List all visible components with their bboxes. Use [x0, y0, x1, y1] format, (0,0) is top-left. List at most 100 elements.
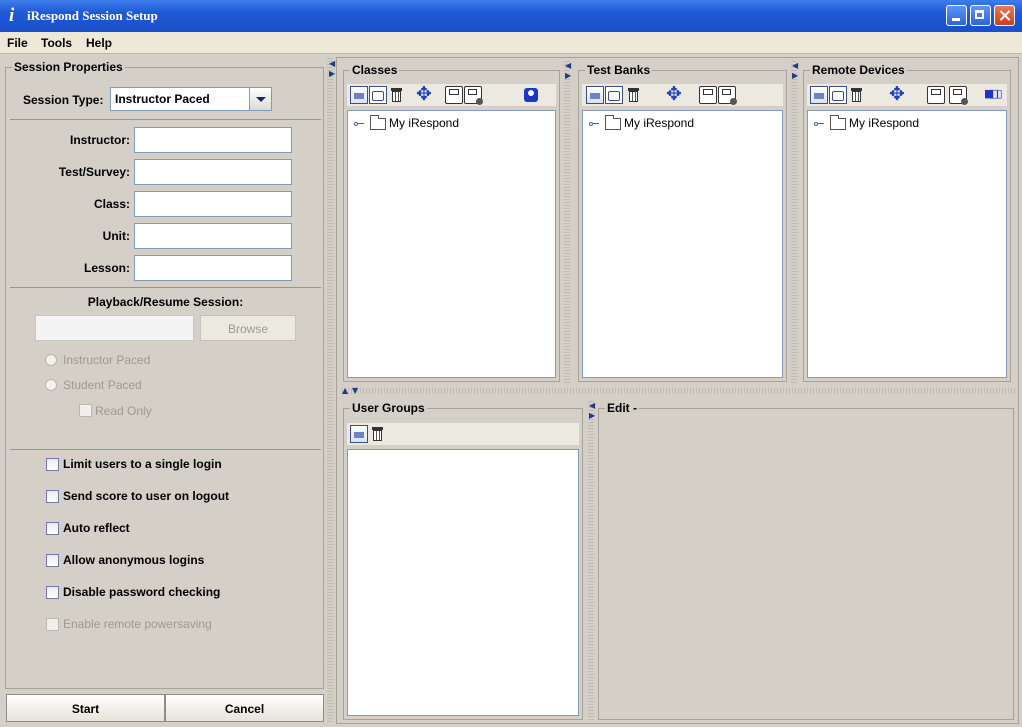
- delete-icon[interactable]: [625, 86, 643, 104]
- new-icon[interactable]: [350, 86, 368, 104]
- remote-devices-toolbar: [807, 83, 1007, 106]
- instructor-field[interactable]: [134, 127, 292, 153]
- expand-right-icon[interactable]: ▶: [792, 72, 798, 80]
- menu-bar: File Tools Help: [0, 32, 1022, 54]
- class-label: Class:: [93, 197, 130, 211]
- collapse-up-icon[interactable]: ▲: [342, 387, 348, 395]
- expand-right-icon[interactable]: ▶: [589, 412, 595, 420]
- instructor-paced-radio[interactable]: [45, 354, 57, 366]
- delete-icon[interactable]: [848, 86, 866, 104]
- tree-expand-icon[interactable]: [814, 121, 824, 127]
- collapse-left-icon[interactable]: ◀: [329, 60, 335, 68]
- classes-tree[interactable]: My iRespond: [347, 110, 556, 378]
- playback-path-field[interactable]: [35, 315, 194, 341]
- divider: [10, 119, 321, 120]
- session-type-label: Session Type:: [23, 93, 104, 107]
- main-splitter[interactable]: [327, 56, 333, 724]
- unit-label: Unit:: [102, 229, 130, 243]
- classes-testbanks-splitter[interactable]: [564, 60, 570, 385]
- student-paced-radio-label: Student Paced: [63, 378, 142, 392]
- delete-icon[interactable]: [388, 86, 406, 104]
- class-field[interactable]: [134, 191, 292, 217]
- start-button[interactable]: Start: [6, 694, 165, 722]
- read-only-label: Read Only: [95, 404, 152, 418]
- lesson-field[interactable]: [134, 255, 292, 281]
- tree-root-label[interactable]: My iRespond: [389, 116, 459, 130]
- collapse-left-icon[interactable]: ◀: [589, 402, 595, 410]
- users-icon[interactable]: [522, 86, 540, 104]
- save-icon[interactable]: [445, 86, 463, 104]
- cancel-button[interactable]: Cancel: [165, 694, 324, 722]
- menu-tools[interactable]: Tools: [41, 36, 72, 50]
- save-icon[interactable]: [699, 86, 717, 104]
- save-icon[interactable]: [927, 86, 945, 104]
- tree-root-label[interactable]: My iRespond: [849, 116, 919, 130]
- save-as-icon[interactable]: [949, 86, 968, 105]
- test-survey-field[interactable]: [134, 159, 292, 185]
- remote-devices-legend: Remote Devices: [810, 63, 907, 77]
- classes-toolbar: [347, 83, 556, 106]
- expand-right-icon[interactable]: ▶: [329, 70, 335, 78]
- new-icon[interactable]: [810, 86, 828, 104]
- expand-down-icon[interactable]: ▼: [352, 387, 358, 395]
- move-icon[interactable]: [665, 83, 683, 105]
- disable-password-label: Disable password checking: [63, 585, 221, 599]
- groups-edit-splitter[interactable]: [588, 400, 594, 722]
- session-type-value: Instructor Paced: [115, 92, 210, 106]
- expand-right-icon[interactable]: ▶: [565, 72, 571, 80]
- save-as-icon[interactable]: [464, 86, 483, 105]
- folder-icon: [605, 115, 621, 130]
- test-banks-tree[interactable]: My iRespond: [582, 110, 783, 378]
- title-bar[interactable]: i iRespond Session Setup: [0, 0, 1022, 32]
- allow-anonymous-checkbox[interactable]: [46, 554, 59, 567]
- window-title: iRespond Session Setup: [27, 8, 158, 23]
- top-bottom-splitter[interactable]: [340, 388, 1016, 394]
- read-only-checkbox[interactable]: [79, 404, 92, 417]
- remote-devices-tree[interactable]: My iRespond: [807, 110, 1007, 378]
- enable-powersaving-label: Enable remote powersaving: [63, 617, 212, 631]
- limit-single-login-checkbox[interactable]: [46, 458, 59, 471]
- close-icon[interactable]: [994, 5, 1015, 26]
- disable-password-checkbox[interactable]: [46, 586, 59, 599]
- chevron-down-icon[interactable]: [249, 88, 271, 110]
- delete-icon[interactable]: [369, 425, 387, 443]
- unit-field[interactable]: [134, 223, 292, 249]
- minimize-icon[interactable]: [946, 5, 967, 26]
- edit-legend: Edit -: [605, 401, 639, 415]
- tree-expand-icon[interactable]: [354, 121, 364, 127]
- user-groups-list[interactable]: [347, 449, 579, 716]
- devices-icon[interactable]: [984, 86, 1002, 104]
- divider: [10, 287, 321, 288]
- send-score-checkbox[interactable]: [46, 490, 59, 503]
- maximize-icon[interactable]: [970, 5, 991, 26]
- new-icon[interactable]: [350, 425, 368, 443]
- test-banks-legend: Test Banks: [585, 63, 653, 77]
- new-icon[interactable]: [586, 86, 604, 104]
- folder-icon: [830, 115, 846, 130]
- divider: [10, 449, 321, 450]
- edit-panel: Edit -: [598, 401, 1014, 720]
- rename-icon[interactable]: [369, 86, 387, 104]
- save-as-icon[interactable]: [718, 86, 737, 105]
- auto-reflect-checkbox[interactable]: [46, 522, 59, 535]
- student-paced-radio[interactable]: [45, 379, 57, 391]
- collapse-left-icon[interactable]: ◀: [792, 62, 798, 70]
- tree-root-label[interactable]: My iRespond: [624, 116, 694, 130]
- rename-icon[interactable]: [829, 86, 847, 104]
- session-type-select[interactable]: Instructor Paced: [110, 87, 272, 111]
- menu-help[interactable]: Help: [86, 36, 112, 50]
- session-properties-legend: Session Properties: [12, 60, 125, 74]
- testbanks-devices-splitter[interactable]: [791, 60, 797, 385]
- test-banks-toolbar: [582, 83, 783, 106]
- playback-title: Playback/Resume Session:: [87, 295, 244, 309]
- enable-powersaving-checkbox[interactable]: [46, 618, 59, 631]
- browse-button[interactable]: Browse: [200, 315, 296, 341]
- collapse-left-icon[interactable]: ◀: [565, 62, 571, 70]
- allow-anonymous-label: Allow anonymous logins: [63, 553, 205, 567]
- tree-expand-icon[interactable]: [589, 121, 599, 127]
- menu-file[interactable]: File: [7, 36, 28, 50]
- app-icon: i: [9, 5, 15, 26]
- move-icon[interactable]: [415, 83, 433, 105]
- rename-icon[interactable]: [605, 86, 623, 104]
- move-icon[interactable]: [888, 83, 906, 105]
